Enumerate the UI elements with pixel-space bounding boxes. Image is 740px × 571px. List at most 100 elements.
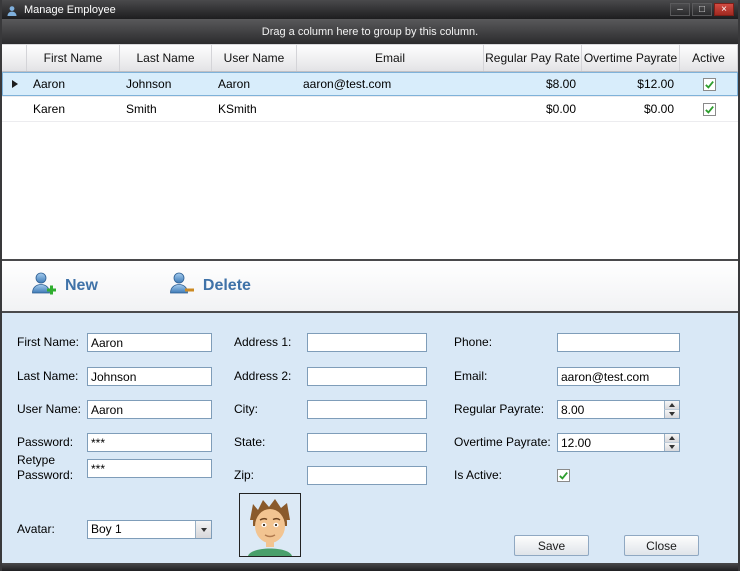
column-header-last-name[interactable]: Last Name xyxy=(120,45,212,71)
address1-input[interactable] xyxy=(307,333,427,352)
password-label: Password: xyxy=(17,433,73,452)
cell-regular-pay-rate[interactable]: $8.00 xyxy=(484,72,582,96)
regular-payrate-spin-buttons xyxy=(664,401,679,418)
is-active-checkbox[interactable] xyxy=(557,469,570,482)
new-button[interactable]: New xyxy=(30,271,98,302)
title-bar: Manage Employee – □ × xyxy=(2,0,738,19)
cell-email[interactable]: aaron@test.com xyxy=(297,72,484,96)
group-by-bar[interactable]: Drag a column here to group by this colu… xyxy=(2,19,738,44)
avatar-preview xyxy=(239,493,301,557)
cell-first-name[interactable]: Karen xyxy=(27,97,120,121)
window-title: Manage Employee xyxy=(24,4,670,16)
user-name-label: User Name: xyxy=(17,400,81,419)
delete-button[interactable]: Delete xyxy=(168,271,251,302)
avatar-selected-value: Boy 1 xyxy=(88,521,195,538)
cell-first-name[interactable]: Aaron xyxy=(27,72,120,96)
cell-active xyxy=(680,97,738,121)
chevron-up-icon xyxy=(669,436,675,440)
new-employee-icon xyxy=(30,271,57,302)
column-header-email[interactable]: Email xyxy=(297,45,484,71)
address2-label: Address 2: xyxy=(234,367,291,386)
row-indicator-cell xyxy=(2,97,27,121)
employee-form: First Name: Last Name: User Name: Passwo… xyxy=(2,313,738,563)
zip-input[interactable] xyxy=(307,466,427,485)
overtime-payrate-input[interactable] xyxy=(557,433,680,452)
action-toolbar: New Delete xyxy=(2,261,738,311)
column-header-first-name[interactable]: First Name xyxy=(27,45,120,71)
overtime-payrate-label: Overtime Payrate: xyxy=(454,433,551,452)
last-name-label: Last Name: xyxy=(17,367,78,386)
save-button[interactable]: Save xyxy=(514,535,589,556)
city-label: City: xyxy=(234,400,258,419)
indicator-column-header xyxy=(2,45,27,71)
app-icon xyxy=(6,4,18,16)
cell-user-name[interactable]: Aaron xyxy=(212,72,297,96)
close-window-button[interactable]: × xyxy=(714,3,734,16)
manage-employee-window: Manage Employee – □ × Drag a column here… xyxy=(0,0,740,571)
regular-payrate-input[interactable] xyxy=(557,400,680,419)
delete-employee-icon xyxy=(168,271,195,302)
selected-row-arrow-icon xyxy=(12,80,18,88)
active-checkbox[interactable] xyxy=(703,103,716,116)
zip-label: Zip: xyxy=(234,466,254,485)
cell-overtime-payrate[interactable]: $12.00 xyxy=(582,72,680,96)
first-name-label: First Name: xyxy=(17,333,79,352)
overtime-payrate-spin-buttons xyxy=(664,434,679,451)
state-label: State: xyxy=(234,433,265,452)
row-indicator-cell xyxy=(2,72,27,96)
state-input[interactable] xyxy=(307,433,427,452)
chevron-down-icon xyxy=(201,528,207,532)
new-button-label: New xyxy=(65,277,98,295)
spin-down-button[interactable] xyxy=(664,409,679,418)
address1-label: Address 1: xyxy=(234,333,291,352)
phone-label: Phone: xyxy=(454,333,492,352)
cell-overtime-payrate[interactable]: $0.00 xyxy=(582,97,680,121)
email-input[interactable] xyxy=(557,367,680,386)
cell-last-name[interactable]: Johnson xyxy=(120,72,212,96)
group-by-hint: Drag a column here to group by this colu… xyxy=(262,26,478,38)
window-controls: – □ × xyxy=(670,3,734,16)
cell-user-name[interactable]: KSmith xyxy=(212,97,297,121)
minimize-button[interactable]: – xyxy=(670,3,690,16)
active-checkbox[interactable] xyxy=(703,78,716,91)
table-row[interactable]: Karen Smith KSmith $0.00 $0.00 xyxy=(2,97,738,122)
regular-payrate-label: Regular Payrate: xyxy=(454,400,544,419)
cell-active xyxy=(680,72,738,96)
avatar-dropdown-button[interactable] xyxy=(195,521,211,538)
window-bottom-edge xyxy=(2,563,738,571)
column-header-user-name[interactable]: User Name xyxy=(212,45,297,71)
delete-button-label: Delete xyxy=(203,277,251,295)
overtime-payrate-stepper xyxy=(557,433,680,452)
address2-input[interactable] xyxy=(307,367,427,386)
spin-down-button[interactable] xyxy=(664,442,679,451)
is-active-label: Is Active: xyxy=(454,466,502,485)
email-label: Email: xyxy=(454,367,487,386)
spin-up-button[interactable] xyxy=(664,401,679,409)
grid-header-row: First Name Last Name User Name Email Reg… xyxy=(2,44,738,72)
chevron-down-icon xyxy=(669,412,675,416)
chevron-down-icon xyxy=(669,445,675,449)
table-row[interactable]: Aaron Johnson Aaron aaron@test.com $8.00… xyxy=(2,72,738,97)
employee-grid: First Name Last Name User Name Email Reg… xyxy=(2,44,738,259)
chevron-up-icon xyxy=(669,403,675,407)
regular-payrate-stepper xyxy=(557,400,680,419)
user-name-input[interactable] xyxy=(87,400,212,419)
avatar-label: Avatar: xyxy=(17,520,55,539)
retype-password-label: Retype Password: xyxy=(17,453,79,483)
retype-password-input[interactable] xyxy=(87,459,212,478)
cell-last-name[interactable]: Smith xyxy=(120,97,212,121)
phone-input[interactable] xyxy=(557,333,680,352)
password-input[interactable] xyxy=(87,433,212,452)
city-input[interactable] xyxy=(307,400,427,419)
cell-regular-pay-rate[interactable]: $0.00 xyxy=(484,97,582,121)
first-name-input[interactable] xyxy=(87,333,212,352)
spin-up-button[interactable] xyxy=(664,434,679,442)
column-header-overtime-payrate[interactable]: Overtime Payrate xyxy=(582,45,680,71)
avatar-select[interactable]: Boy 1 xyxy=(87,520,212,539)
column-header-active[interactable]: Active xyxy=(680,45,738,71)
last-name-input[interactable] xyxy=(87,367,212,386)
maximize-button[interactable]: □ xyxy=(692,3,712,16)
close-button[interactable]: Close xyxy=(624,535,699,556)
cell-email[interactable] xyxy=(297,97,484,121)
column-header-regular-pay-rate[interactable]: Regular Pay Rate xyxy=(484,45,582,71)
